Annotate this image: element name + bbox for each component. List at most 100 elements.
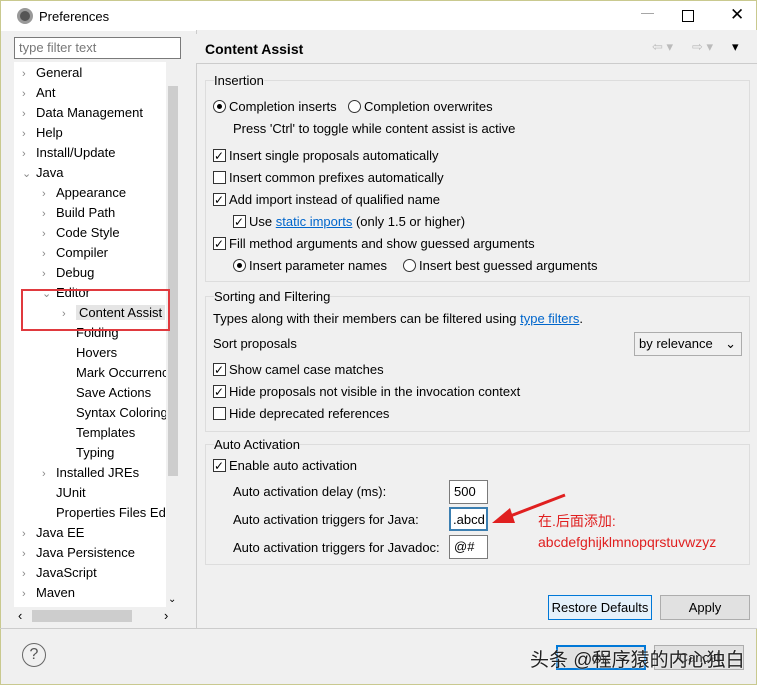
tree-item[interactable]: JUnit (42, 483, 86, 503)
tree-item[interactable]: › Java EE (22, 523, 84, 543)
tree-item-label: Install/Update (36, 145, 116, 160)
tree-item[interactable]: › Install/Update (22, 143, 116, 163)
auto-activation-label: Auto Activation (214, 437, 300, 452)
tree-item[interactable]: › Java Persistence (22, 543, 135, 563)
tree-item[interactable]: › Installed JREs (42, 463, 139, 483)
enable-auto-activation-checkbox[interactable]: Enable auto activation (213, 457, 357, 475)
toggle-hint: Press 'Ctrl' to toggle while content ass… (233, 121, 516, 136)
delay-input[interactable]: 500 (449, 480, 488, 504)
view-menu-icon[interactable]: ▾ (732, 39, 739, 55)
add-import-checkbox[interactable]: Add import instead of qualified name (213, 191, 440, 209)
highlight-box (21, 289, 170, 331)
hide-deprecated-checkbox[interactable]: Hide deprecated references (213, 405, 389, 423)
eclipse-gear-icon (17, 8, 33, 24)
chevron-down-icon: ⌄ (725, 336, 736, 351)
tree-item[interactable]: › JavaScript (22, 563, 97, 583)
chevron-icon[interactable]: › (22, 524, 36, 544)
fill-arguments-checkbox[interactable]: Fill method arguments and show guessed a… (213, 235, 535, 253)
tree-item[interactable]: Templates (62, 423, 135, 443)
tree-item[interactable]: › Code Style (42, 223, 120, 243)
hide-not-visible-checkbox[interactable]: Hide proposals not visible in the invoca… (213, 383, 520, 401)
completion-inserts-radio[interactable]: Completion inserts (213, 98, 337, 116)
tree-item[interactable]: › Maven (22, 583, 75, 603)
use-static-imports-checkbox[interactable]: Use static imports (only 1.5 or higher) (233, 213, 465, 231)
preferences-tree: › General › Ant › Data Management › Help › Instal… (14, 62, 180, 607)
chevron-icon[interactable]: › (42, 184, 56, 204)
tree-item[interactable]: Save Actions (62, 383, 151, 403)
chevron-icon[interactable]: ⌄ (22, 164, 36, 184)
tree-item-label: Syntax Coloring (76, 405, 168, 420)
help-icon[interactable]: ? (22, 643, 46, 667)
type-filters-link[interactable]: type filters (520, 311, 579, 326)
tree-item-label: Mark Occurrences (76, 365, 180, 380)
tree-item-label: Properties Files Editor (56, 505, 180, 520)
chevron-icon[interactable]: › (22, 64, 36, 84)
tree-item[interactable]: › Compiler (42, 243, 108, 263)
javadoc-triggers-input[interactable]: @# (449, 535, 488, 559)
camel-case-checkbox[interactable]: Show camel case matches (213, 361, 384, 379)
insert-parameter-names-radio[interactable]: Insert parameter names (233, 257, 387, 275)
sort-proposals-select[interactable]: by relevance ⌄ (634, 332, 742, 356)
java-triggers-input[interactable]: .abcd (449, 507, 488, 531)
tree-item[interactable]: › Help (22, 123, 63, 143)
tree-item-label: Save Actions (76, 385, 152, 400)
tree-item-label: Maven (36, 585, 76, 600)
tree-vertical-scrollbar[interactable]: ⌄ (166, 62, 180, 607)
chevron-icon[interactable]: › (22, 124, 36, 144)
tree-item[interactable]: ⌄ Java (22, 163, 63, 183)
chevron-icon[interactable]: › (22, 564, 36, 584)
insert-prefixes-checkbox[interactable]: Insert common prefixes automatically (213, 169, 444, 187)
tree-item-label: Ant (36, 85, 56, 100)
tree-horizontal-scrollbar[interactable]: ‹ › (14, 607, 180, 625)
apply-button[interactable]: Apply (660, 595, 750, 620)
tree-item-label: Installed JREs (56, 465, 140, 480)
tree-item[interactable]: › Ant (22, 83, 56, 103)
insert-single-checkbox[interactable]: Insert single proposals automatically (213, 147, 439, 165)
tree-item[interactable]: › Build Path (42, 203, 115, 223)
tree-item[interactable]: Mark Occurrences (62, 363, 180, 383)
tree-item-label: Compiler (56, 245, 109, 260)
tree-item-label: JUnit (56, 485, 86, 500)
chevron-icon[interactable]: › (22, 584, 36, 604)
tree-item[interactable]: Properties Files Editor (42, 503, 180, 523)
sort-proposals-label: Sort proposals (213, 336, 297, 351)
types-filter-text: Types along with their members can be fi… (213, 311, 583, 326)
close-button[interactable]: ✕ (730, 5, 744, 25)
tree-item[interactable]: › General (22, 63, 82, 83)
chevron-icon[interactable]: › (22, 84, 36, 104)
chevron-icon[interactable]: › (42, 264, 56, 284)
tree-item-label: Appearance (56, 185, 127, 200)
tree-item-label: Build Path (56, 205, 116, 220)
page-title: Content Assist (205, 41, 304, 57)
completion-overwrites-radio[interactable]: Completion overwrites (348, 98, 493, 116)
tree-item[interactable]: › Appearance (42, 183, 126, 203)
tree-item-label: Java Persistence (36, 545, 135, 560)
chevron-icon[interactable]: › (42, 464, 56, 484)
chevron-icon[interactable]: › (22, 104, 36, 124)
window-title: Preferences (39, 9, 110, 24)
chevron-icon[interactable]: › (22, 144, 36, 164)
tree-item[interactable]: Hovers (62, 343, 117, 363)
chevron-icon[interactable]: › (42, 244, 56, 264)
back-icon[interactable]: ⇦ ▾ (652, 39, 673, 55)
minimize-button[interactable]: — (641, 5, 654, 20)
title-bar: Preferences — ✕ (1, 1, 756, 31)
watermark: 头条 @程序猿的内心独白 (530, 650, 745, 671)
tree-item[interactable]: Syntax Coloring (62, 403, 168, 423)
tree-item-label: Debug (56, 265, 95, 280)
tree-item[interactable]: › Data Management (22, 103, 143, 123)
tree-item[interactable]: Typing (62, 443, 114, 463)
restore-defaults-button[interactable]: Restore Defaults (548, 595, 652, 620)
insert-best-guessed-radio[interactable]: Insert best guessed arguments (403, 257, 598, 275)
tree-item-label: Code Style (56, 225, 120, 240)
chevron-icon[interactable]: › (22, 544, 36, 564)
forward-icon[interactable]: ⇨ ▾ (692, 39, 713, 55)
page-header: Content Assist ⇦ ▾ ⇨ ▾ ▾ (196, 34, 757, 64)
java-triggers-label: Auto activation triggers for Java: (233, 512, 419, 527)
static-imports-link[interactable]: static imports (276, 214, 353, 229)
filter-input[interactable]: type filter text (14, 37, 181, 59)
maximize-button[interactable] (682, 10, 694, 22)
tree-item[interactable]: › Debug (42, 263, 94, 283)
chevron-icon[interactable]: › (42, 224, 56, 244)
chevron-icon[interactable]: › (42, 204, 56, 224)
